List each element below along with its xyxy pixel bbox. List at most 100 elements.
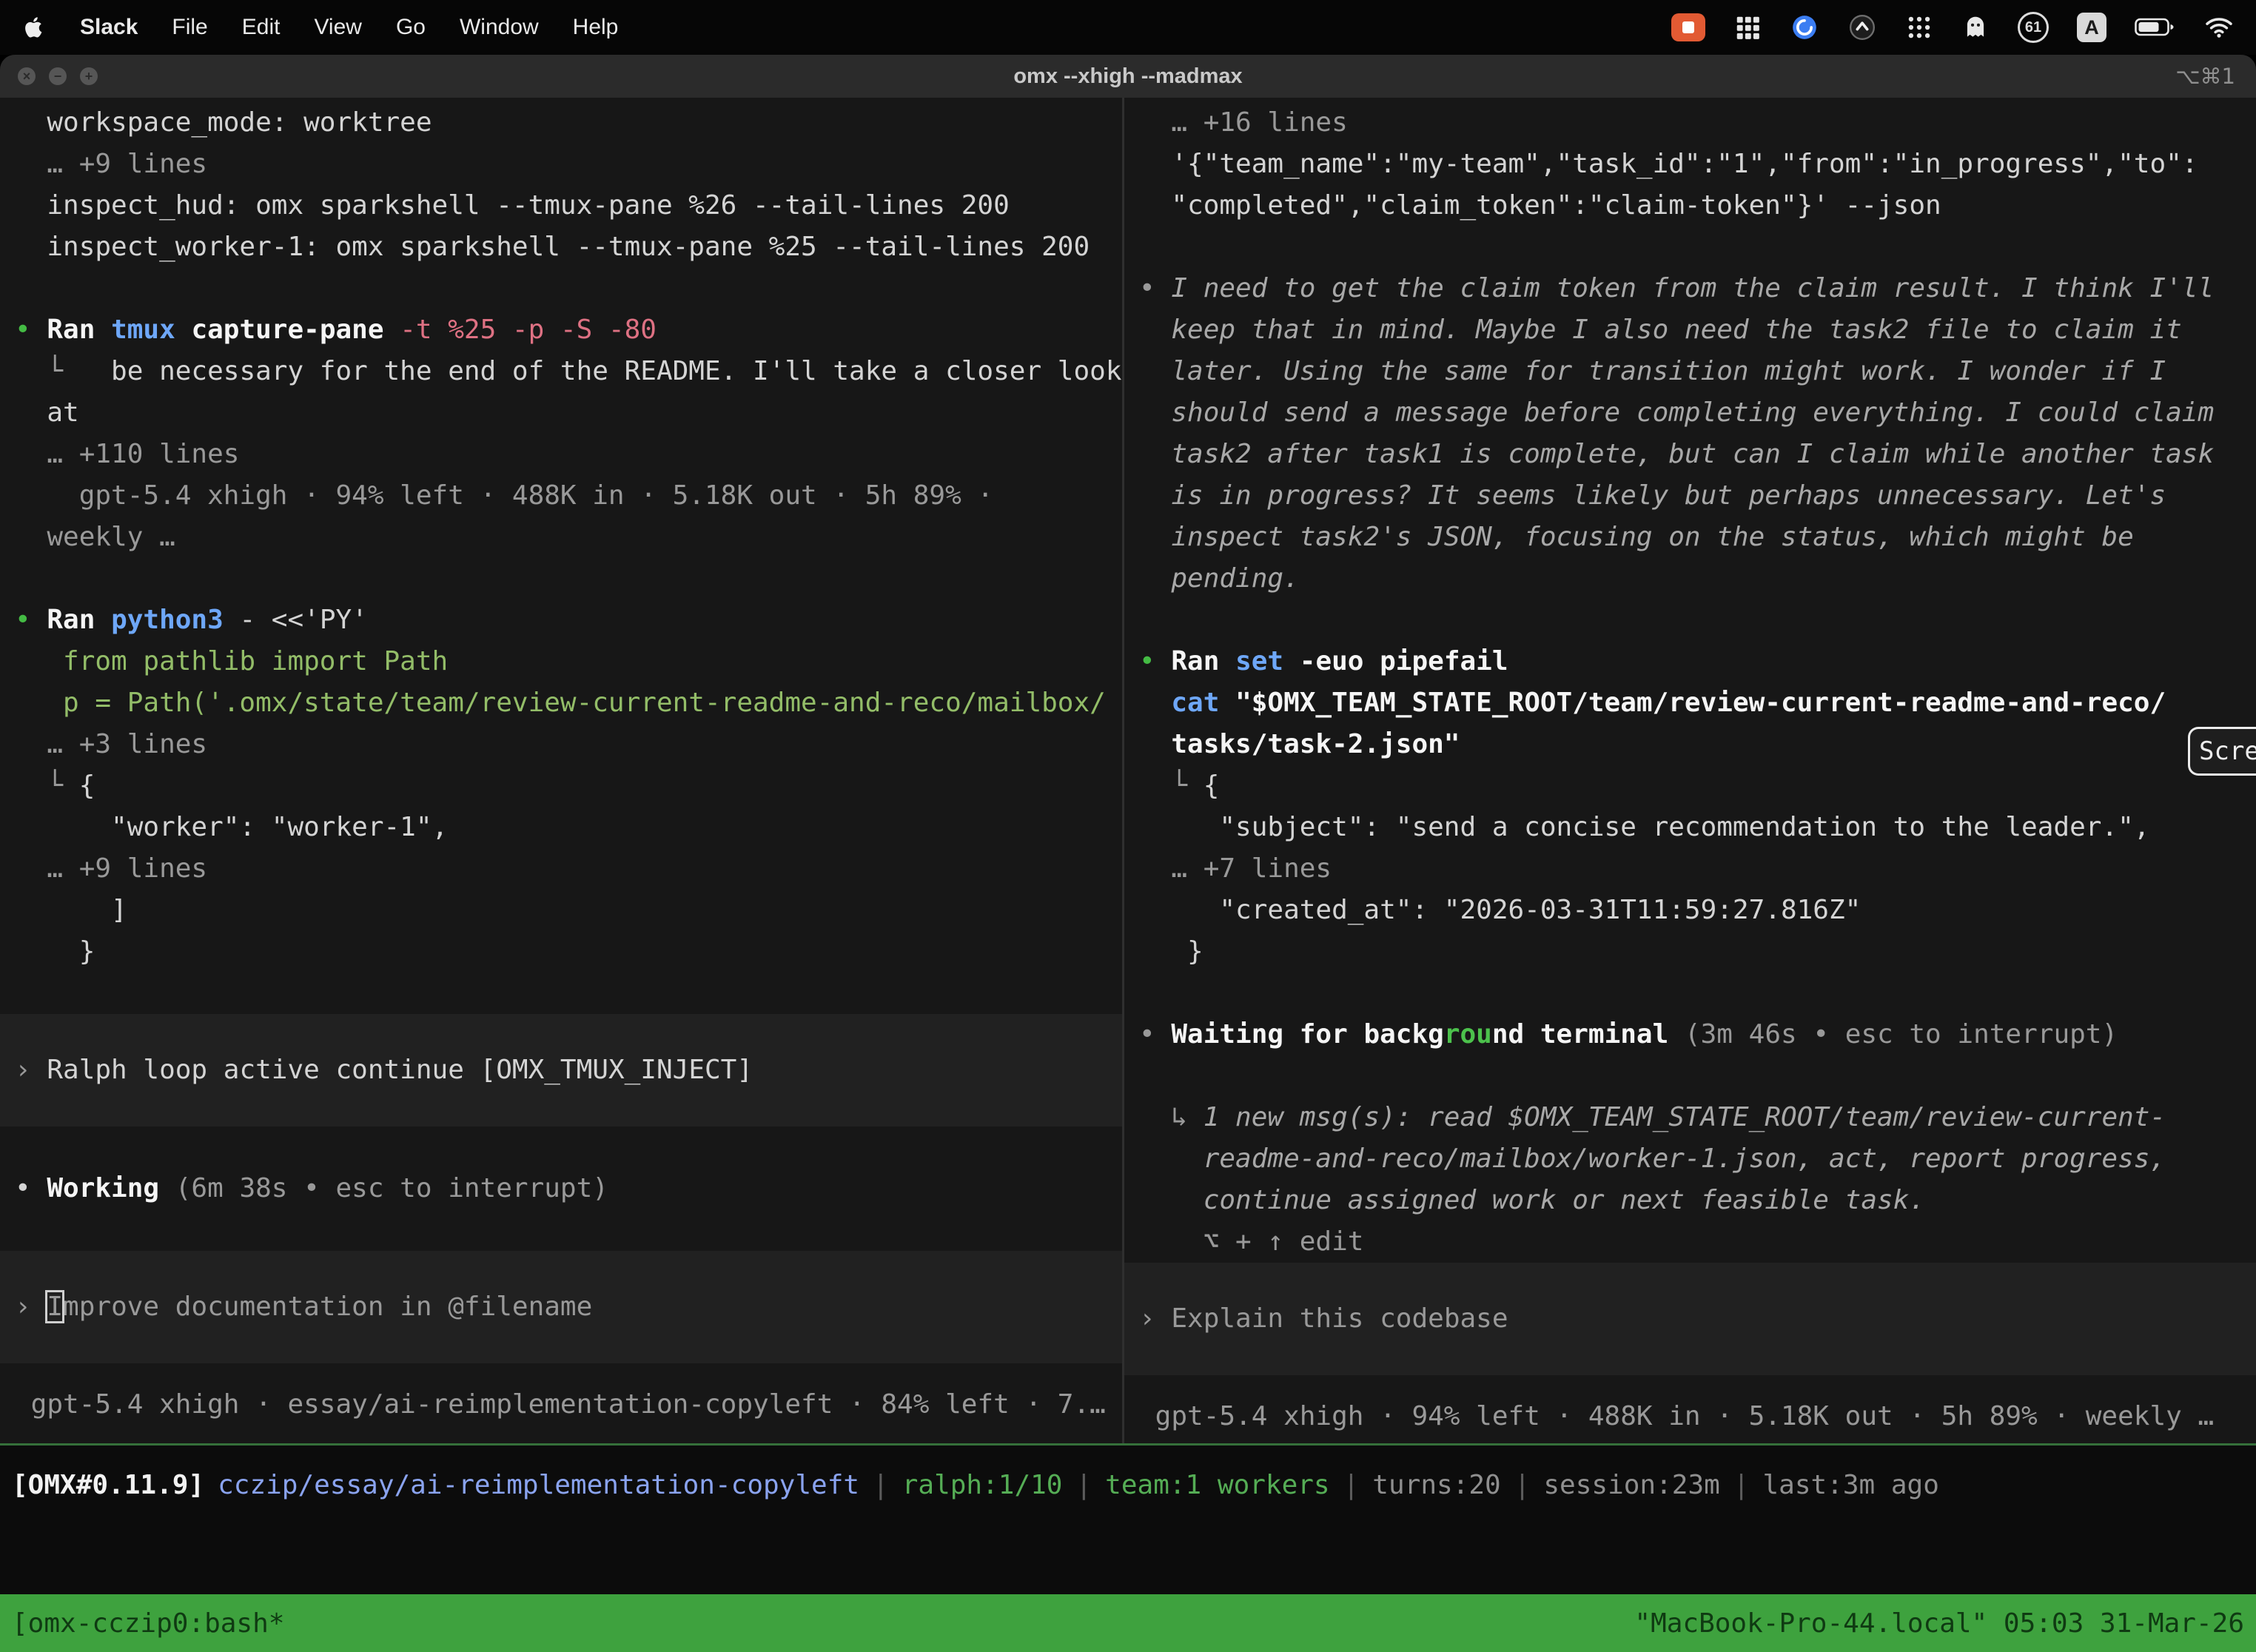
terminal-line: • I need to get the claim token from the… bbox=[1139, 268, 2256, 309]
terminal-line: weekly … bbox=[15, 517, 1122, 558]
gauge-61-icon[interactable]: 61 bbox=[2018, 12, 2049, 43]
terminal-line: └ { bbox=[1139, 765, 2256, 807]
terminal-window: × − + omx --xhigh --madmax ⌥⌘1 workspace… bbox=[0, 55, 2256, 1652]
terminal-line: continue assigned work or next feasible … bbox=[1139, 1180, 2256, 1221]
terminal-line: … +3 lines bbox=[15, 724, 1122, 765]
terminal-line: } bbox=[1139, 931, 2256, 973]
terminal-line: later. Using the same for transition mig… bbox=[1139, 351, 2256, 392]
terminal-line bbox=[15, 973, 1122, 1014]
separator: | bbox=[873, 1465, 889, 1506]
terminal-line: • Working (6m 38s • esc to interrupt) bbox=[15, 1168, 1122, 1209]
terminal-line: task2 after task1 is complete, but can I… bbox=[1139, 434, 2256, 475]
input-source-icon[interactable]: A bbox=[2077, 13, 2106, 42]
terminal-line: pending. bbox=[1139, 558, 2256, 600]
terminal-line: readme-and-reco/mailbox/worker-1.json, a… bbox=[1139, 1138, 2256, 1180]
screen-recording-indicator-icon[interactable] bbox=[1671, 13, 1705, 41]
terminal-line: } bbox=[15, 931, 1122, 973]
terminal-content: workspace_mode: worktree … +9 lines insp… bbox=[0, 98, 2256, 1443]
terminal-line: • Ran python3 - <<'PY' bbox=[15, 600, 1122, 641]
wifi-icon[interactable] bbox=[2204, 16, 2234, 39]
terminal-line: inspect task2's JSON, focusing on the st… bbox=[1139, 517, 2256, 558]
terminal-line: "worker": "worker-1", bbox=[15, 807, 1122, 848]
terminal-line: • Ran set -euo pipefail bbox=[1139, 641, 2256, 682]
traffic-lights: × − + bbox=[18, 67, 98, 85]
terminal-line: inspect_hud: omx sparkshell --tmux-pane … bbox=[15, 185, 1122, 226]
terminal-line: … +9 lines bbox=[15, 144, 1122, 185]
omx-ralph-count: ralph:1/10 bbox=[902, 1465, 1063, 1506]
terminal-line: workspace_mode: worktree bbox=[15, 102, 1122, 144]
menubar: Slack File Edit View Go Window Help 61 A bbox=[0, 0, 2256, 55]
omx-path: cczip/essay/ai-reimplementation-copyleft bbox=[218, 1465, 859, 1506]
separator: | bbox=[1075, 1465, 1092, 1506]
terminal-line: cat "$OMX_TEAM_STATE_ROOT/team/review-cu… bbox=[1139, 682, 2256, 724]
omx-turns: turns:20 bbox=[1372, 1465, 1500, 1506]
tmux-pane-left[interactable]: workspace_mode: worktree … +9 lines insp… bbox=[0, 98, 1122, 1443]
dark-circle-app-icon[interactable] bbox=[1847, 13, 1877, 42]
terminal-line: gpt-5.4 xhigh · essay/ai-reimplementatio… bbox=[15, 1384, 1122, 1426]
terminal-line: "subject": "send a concise recommendatio… bbox=[1139, 807, 2256, 848]
terminal-line: … +7 lines bbox=[1139, 848, 2256, 890]
terminal-line: └ be necessary for the end of the README… bbox=[15, 351, 1122, 392]
bottom-area: [OMX#0.11.9] cczip/essay/ai-reimplementa… bbox=[0, 1446, 2256, 1652]
ghost-icon[interactable] bbox=[1961, 13, 1990, 41]
terminal-line: └ { bbox=[15, 765, 1122, 807]
terminal-line: • Waiting for background terminal (3m 46… bbox=[1139, 1014, 2256, 1055]
blue-swirl-icon[interactable] bbox=[1790, 13, 1819, 42]
terminal-line bbox=[15, 268, 1122, 309]
terminal-line bbox=[1139, 226, 2256, 268]
prompt-row[interactable]: › Ralph loop active continue [OMX_TMUX_I… bbox=[0, 1014, 1122, 1126]
titlebar: × − + omx --xhigh --madmax ⌥⌘1 bbox=[0, 55, 2256, 98]
apple-menu-icon[interactable] bbox=[22, 16, 46, 39]
screenshot-overlay[interactable]: Scre bbox=[2188, 727, 2256, 776]
tmux-host-clock: "MacBook-Pro-44.local" 05:03 31-Mar-26 bbox=[1634, 1608, 2244, 1639]
menu-file[interactable]: File bbox=[172, 15, 207, 40]
prompt-row[interactable]: › Improve documentation in @filename bbox=[0, 1251, 1122, 1363]
terminal-line: … +9 lines bbox=[15, 848, 1122, 890]
terminal-line: … +16 lines bbox=[1139, 102, 2256, 144]
tmux-status-bar: [omx-cczip0:bash* "MacBook-Pro-44.local"… bbox=[0, 1594, 2256, 1652]
separator: | bbox=[1343, 1465, 1360, 1506]
terminal-line: at bbox=[15, 392, 1122, 434]
terminal-line: p = Path('.omx/state/team/review-current… bbox=[15, 682, 1122, 724]
omx-version: [OMX#0.11.9] bbox=[12, 1465, 204, 1506]
terminal-line: gpt-5.4 xhigh · 94% left · 488K in · 5.1… bbox=[15, 475, 1122, 517]
terminal-line: ↳ 1 new msg(s): read $OMX_TEAM_STATE_ROO… bbox=[1139, 1097, 2256, 1138]
terminal-line bbox=[1139, 600, 2256, 641]
separator: | bbox=[1514, 1465, 1531, 1506]
terminal-line: ] bbox=[15, 890, 1122, 931]
menu-view[interactable]: View bbox=[314, 15, 361, 40]
terminal-line: inspect_worker-1: omx sparkshell --tmux-… bbox=[15, 226, 1122, 268]
terminal-line: keep that in mind. Maybe I also need the… bbox=[1139, 309, 2256, 351]
terminal-line bbox=[15, 1126, 1122, 1168]
terminal-line: from pathlib import Path bbox=[15, 641, 1122, 682]
prompt-row[interactable]: › Explain this codebase bbox=[1124, 1263, 2256, 1375]
menu-help[interactable]: Help bbox=[573, 15, 619, 40]
terminal-line: "created_at": "2026-03-31T11:59:27.816Z" bbox=[1139, 890, 2256, 931]
terminal-line bbox=[1139, 973, 2256, 1014]
terminal-line bbox=[15, 558, 1122, 600]
terminal-line: '{"team_name":"my-team","task_id":"1","f… bbox=[1139, 144, 2256, 185]
omx-status-line: [OMX#0.11.9] cczip/essay/ai-reimplementa… bbox=[0, 1446, 2256, 1506]
menu-app-name[interactable]: Slack bbox=[80, 15, 138, 40]
menu-go[interactable]: Go bbox=[396, 15, 426, 40]
tmux-pane-right[interactable]: … +16 lines '{"team_name":"my-team","tas… bbox=[1124, 98, 2256, 1443]
terminal-line: should send a message before completing … bbox=[1139, 392, 2256, 434]
menu-edit[interactable]: Edit bbox=[242, 15, 281, 40]
terminal-line: … +110 lines bbox=[15, 434, 1122, 475]
window-shortcut-hint: ⌥⌘1 bbox=[2175, 64, 2235, 89]
zoom-button[interactable]: + bbox=[80, 67, 98, 85]
terminal-line: is in progress? It seems likely but perh… bbox=[1139, 475, 2256, 517]
terminal-line: ⌥ + ↑ edit bbox=[1139, 1221, 2256, 1263]
dots-grid-icon[interactable] bbox=[1905, 13, 1933, 41]
terminal-line: tasks/task-2.json" bbox=[1139, 724, 2256, 765]
menu-window[interactable]: Window bbox=[460, 15, 539, 40]
omx-session-time: session:23m bbox=[1543, 1465, 1719, 1506]
tmux-session-window[interactable]: [omx-cczip0:bash* bbox=[12, 1608, 284, 1639]
battery-icon[interactable] bbox=[2135, 16, 2176, 38]
close-button[interactable]: × bbox=[18, 67, 36, 85]
omx-last-activity: last:3m ago bbox=[1762, 1465, 1938, 1506]
grid-icon[interactable] bbox=[1733, 13, 1762, 41]
minimize-button[interactable]: − bbox=[49, 67, 67, 85]
terminal-line: "completed","claim_token":"claim-token"}… bbox=[1139, 185, 2256, 226]
terminal-line bbox=[15, 1209, 1122, 1251]
